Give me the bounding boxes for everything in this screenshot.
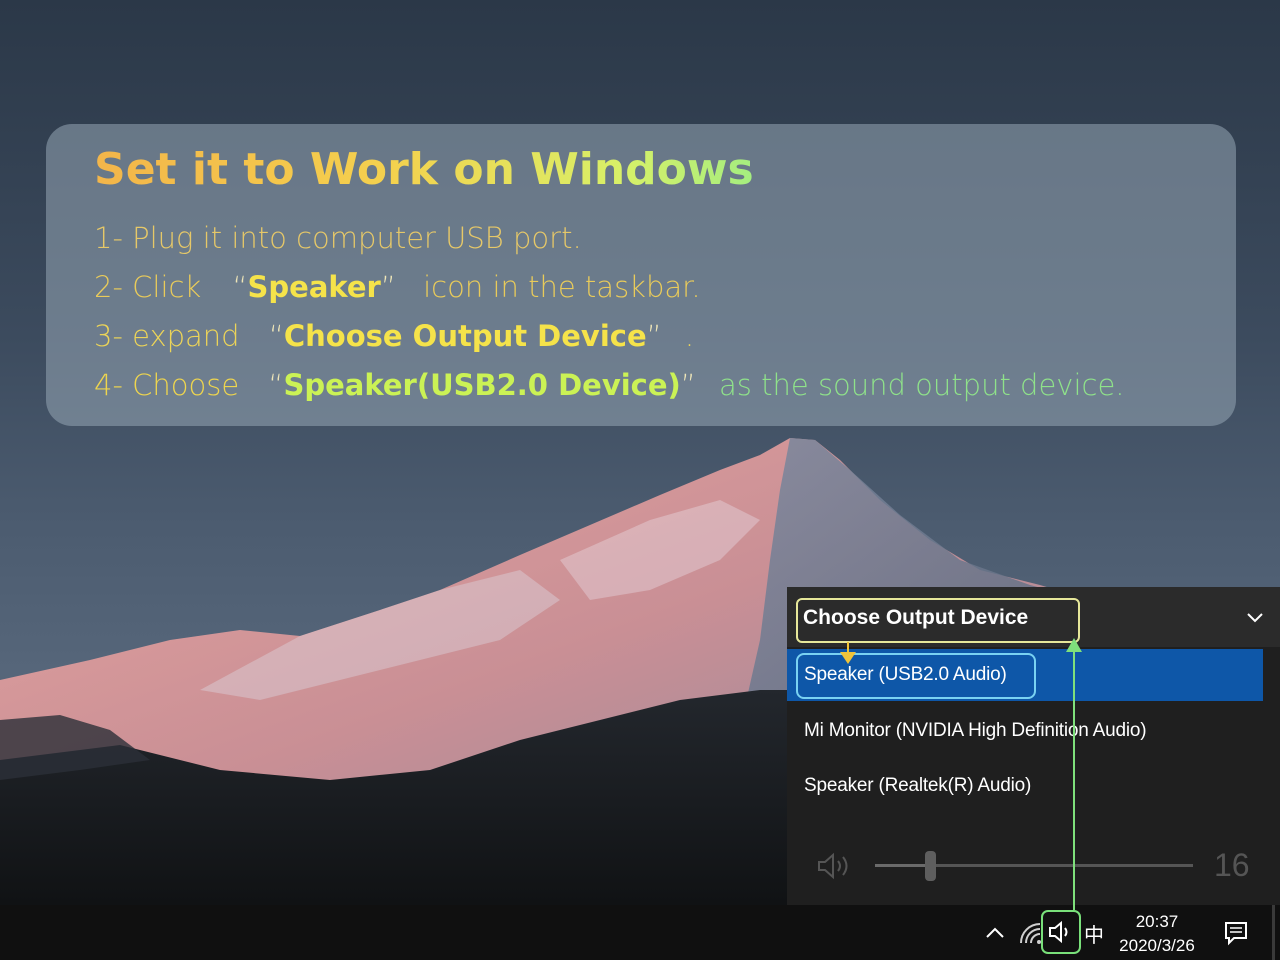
step-3-open-quote: “ <box>268 319 284 353</box>
instruction-panel: Set it to Work on Windows 1- Plug it int… <box>46 124 1236 426</box>
step-3-highlight: Choose Output Device <box>283 319 647 353</box>
step-4-close-quote: ” <box>680 368 696 402</box>
volume-slider-thumb[interactable] <box>925 851 936 881</box>
clock-date: 2020/3/26 <box>1119 936 1195 955</box>
chevron-up-icon[interactable] <box>984 923 1006 941</box>
step-2-prefix: 2- Click <box>94 270 202 304</box>
output-device-header[interactable]: Choose Output Device <box>787 587 1280 647</box>
clock-time: 20:37 <box>1135 912 1179 931</box>
device-option-usb-speaker[interactable]: Speaker (USB2.0 Audio) <box>787 649 1263 701</box>
step-1: 1- Plug it into computer USB port. <box>94 221 582 255</box>
volume-slider[interactable] <box>875 864 1193 867</box>
choose-output-device-label: Choose Output Device <box>803 606 1029 629</box>
device-option-label: Speaker (Realtek(R) Audio) <box>804 775 1032 796</box>
clock[interactable]: 20:37 2020/3/26 <box>1110 910 1204 958</box>
chevron-down-icon[interactable] <box>1243 605 1267 629</box>
speaker-icon[interactable] <box>1047 919 1075 945</box>
step-3-close-quote: ” <box>646 319 662 353</box>
device-option-label: Mi Monitor (NVIDIA High Definition Audio… <box>804 720 1147 741</box>
volume-value: 16 <box>1214 847 1250 883</box>
notification-icon[interactable] <box>1222 919 1250 947</box>
step-2-close-quote: ” <box>380 270 396 304</box>
volume-icon[interactable] <box>815 851 855 881</box>
step-1-text: 1- Plug it into computer USB port. <box>94 221 582 255</box>
step-3-prefix: 3- expand <box>94 319 240 353</box>
device-option-mi-monitor[interactable]: Mi Monitor (NVIDIA High Definition Audio… <box>787 705 1263 757</box>
step-4: 4- Choose “Speaker(USB2.0 Device)” as th… <box>94 368 1125 402</box>
step-4-open-quote: “ <box>268 368 284 402</box>
step-4-highlight: Speaker(USB2.0 Device) <box>283 368 681 402</box>
step-3-suffix: . <box>684 319 695 353</box>
ime-indicator[interactable]: 中 <box>1084 919 1104 948</box>
show-desktop-button[interactable] <box>1272 905 1275 960</box>
step-2: 2- Click “Speaker” icon in the taskbar. <box>94 270 701 304</box>
step-4-prefix: 4- Choose <box>94 368 240 402</box>
step-3: 3- expand “Choose Output Device” . <box>94 319 694 353</box>
step-4-suffix: as the sound output device. <box>719 368 1125 402</box>
step-2-open-quote: “ <box>232 270 248 304</box>
volume-slider-fill <box>875 864 926 867</box>
device-option-label: Speaker (USB2.0 Audio) <box>804 664 1007 685</box>
device-option-realtek-speaker[interactable]: Speaker (Realtek(R) Audio) <box>787 760 1263 812</box>
taskbar: 中 20:37 2020/3/26 <box>0 905 1280 960</box>
panel-title: Set it to Work on Windows <box>94 144 754 195</box>
output-device-flyout: Choose Output Device Speaker (USB2.0 Aud… <box>787 587 1280 905</box>
step-2-suffix: icon in the taskbar. <box>423 270 701 304</box>
step-2-highlight: Speaker <box>247 270 381 304</box>
